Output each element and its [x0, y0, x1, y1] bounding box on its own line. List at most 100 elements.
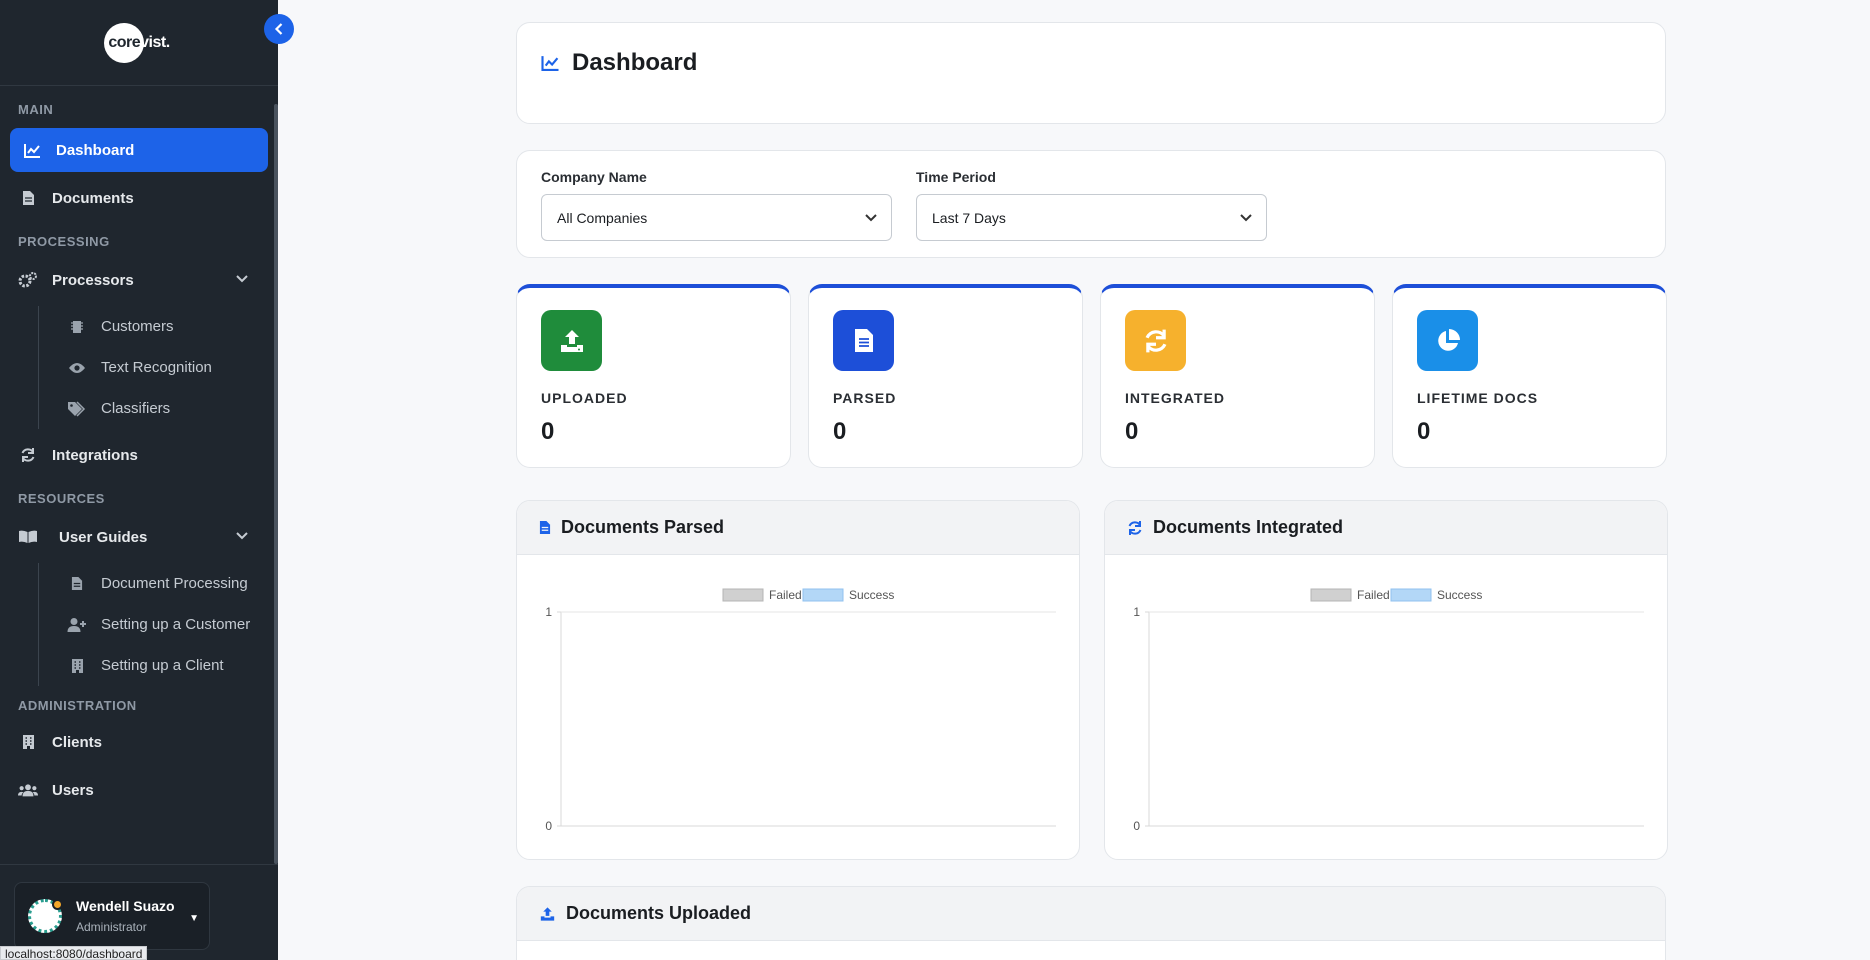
stat-label: PARSED — [833, 390, 897, 406]
y-tick-label: 0 — [545, 819, 552, 833]
sidebar-item-label: Classifiers — [101, 400, 171, 417]
eye-icon — [67, 358, 87, 378]
company-select[interactable]: All Companies — [541, 194, 892, 241]
upload-icon — [539, 906, 556, 922]
chevron-down-icon[interactable] — [236, 529, 248, 543]
building-icon — [67, 656, 87, 676]
sidebar-item-label: Users — [52, 781, 94, 799]
chart-header: Documents Uploaded — [517, 887, 1665, 941]
legend-swatch — [722, 588, 764, 602]
stat-label: LIFETIME DOCS — [1417, 390, 1539, 406]
legend-swatch — [1310, 588, 1352, 602]
stat-label: INTEGRATED — [1125, 390, 1225, 406]
chevron-down-icon — [865, 209, 877, 225]
stat-value: 0 — [1125, 418, 1139, 445]
sidebar-item-integrations[interactable]: Integrations — [0, 433, 278, 477]
chevron-left-icon — [274, 23, 283, 35]
chevron-down-icon[interactable] — [236, 272, 248, 286]
sidebar-item-classifiers[interactable]: Classifiers — [39, 388, 278, 429]
avatar — [28, 899, 63, 933]
users-icon — [18, 780, 38, 800]
building-icon — [18, 732, 38, 752]
file-icon — [67, 574, 87, 594]
stat-card-parsed: PARSED 0 — [808, 284, 1083, 468]
processors-submenu: Customers Text Recognition Classifiers — [38, 306, 278, 429]
sidebar-scrollbar[interactable] — [274, 104, 278, 864]
chip-icon — [67, 317, 87, 337]
page-title: Dashboard — [541, 49, 697, 77]
sidebar-item-label: Integrations — [52, 446, 138, 464]
documents-parsed-card: Documents Parsed Failed Success 1 0 — [516, 500, 1080, 860]
sidebar-item-setting-up-customer[interactable]: Setting up a Customer — [39, 604, 278, 645]
stat-card-integrated: INTEGRATED 0 — [1100, 284, 1375, 468]
logo-area: corevist. — [0, 0, 278, 86]
sidebar-item-setting-up-client[interactable]: Setting up a Client — [39, 645, 278, 686]
sidebar-divider — [0, 864, 278, 865]
stat-card-uploaded: UPLOADED 0 — [516, 284, 791, 468]
file-icon — [539, 520, 551, 535]
sidebar-item-label: Processors — [52, 271, 134, 289]
documents-uploaded-card: Documents Uploaded — [516, 886, 1666, 960]
period-select[interactable]: Last 7 Days — [916, 194, 1267, 241]
sidebar: corevist. MAIN Dashboard Documents PROCE… — [0, 0, 278, 960]
chart-title: Documents Uploaded — [566, 903, 752, 923]
page-title-text: Dashboard — [572, 49, 698, 76]
sync-icon — [18, 445, 38, 465]
sidebar-item-label: Document Processing — [101, 575, 248, 592]
book-icon — [18, 527, 38, 547]
upload-icon — [541, 310, 602, 371]
chart-title: Documents Parsed — [561, 517, 725, 537]
sidebar-item-documents[interactable]: Documents — [0, 176, 278, 220]
period-filter: Time Period Last 7 Days — [916, 169, 1267, 241]
legend-label: Failed — [1357, 588, 1390, 602]
company-filter: Company Name All Companies — [541, 169, 892, 241]
sync-icon — [1125, 310, 1186, 371]
period-filter-label: Time Period — [916, 169, 996, 185]
sidebar-item-label: User Guides — [59, 528, 148, 546]
sidebar-item-document-processing[interactable]: Document Processing — [39, 563, 278, 604]
sync-icon — [1127, 520, 1143, 536]
sidebar-item-label: Documents — [52, 189, 134, 207]
chart-line-icon — [541, 55, 560, 71]
company-select-value: All Companies — [557, 209, 648, 226]
legend-label: Success — [1437, 588, 1482, 602]
y-tick-label: 1 — [1133, 605, 1140, 619]
sidebar-item-customers[interactable]: Customers — [39, 306, 278, 347]
browser-status-url: localhost:8080/dashboard — [0, 946, 148, 960]
company-filter-label: Company Name — [541, 169, 647, 185]
stat-value: 0 — [541, 418, 555, 445]
documents-integrated-chart: Failed Success 1 0 — [1133, 588, 1644, 833]
sidebar-item-processors[interactable]: Processors — [0, 258, 278, 302]
caret-down-icon[interactable]: ▼ — [189, 913, 199, 924]
sidebar-item-user-guides[interactable]: User Guides — [0, 515, 278, 559]
sidebar-item-dashboard[interactable]: Dashboard — [10, 128, 268, 172]
period-select-value: Last 7 Days — [932, 209, 1006, 226]
chart-header: Documents Parsed — [517, 501, 1079, 555]
user-menu[interactable]: Wendell Suazo Administrator ▼ — [14, 882, 210, 950]
stat-value: 0 — [1417, 418, 1431, 445]
section-administration: ADMINISTRATION — [18, 698, 137, 713]
user-plus-icon — [67, 615, 87, 635]
collapse-sidebar-button[interactable] — [264, 14, 294, 44]
chevron-down-icon — [1240, 209, 1252, 225]
logo[interactable]: corevist. — [104, 22, 174, 63]
legend-swatch — [802, 588, 844, 602]
chart-line-icon — [22, 140, 42, 160]
gears-icon — [18, 270, 38, 290]
section-processing: PROCESSING — [18, 234, 110, 249]
user-name: Wendell Suazo — [76, 898, 175, 914]
chart-title: Documents Integrated — [1153, 517, 1344, 537]
stat-label: UPLOADED — [541, 390, 628, 406]
sidebar-item-clients[interactable]: Clients — [0, 720, 278, 764]
status-dot — [52, 899, 63, 910]
tags-icon — [67, 399, 87, 419]
stat-value: 0 — [833, 418, 847, 445]
sidebar-item-users[interactable]: Users — [0, 768, 278, 812]
user-guides-submenu: Document Processing Setting up a Custome… — [38, 563, 278, 686]
chart-header: Documents Integrated — [1105, 501, 1667, 555]
legend-label: Failed — [769, 588, 802, 602]
legend-swatch — [1390, 588, 1432, 602]
sidebar-item-label: Customers — [101, 318, 174, 335]
sidebar-item-label: Setting up a Customer — [101, 616, 251, 633]
sidebar-item-text-recognition[interactable]: Text Recognition — [39, 347, 278, 388]
